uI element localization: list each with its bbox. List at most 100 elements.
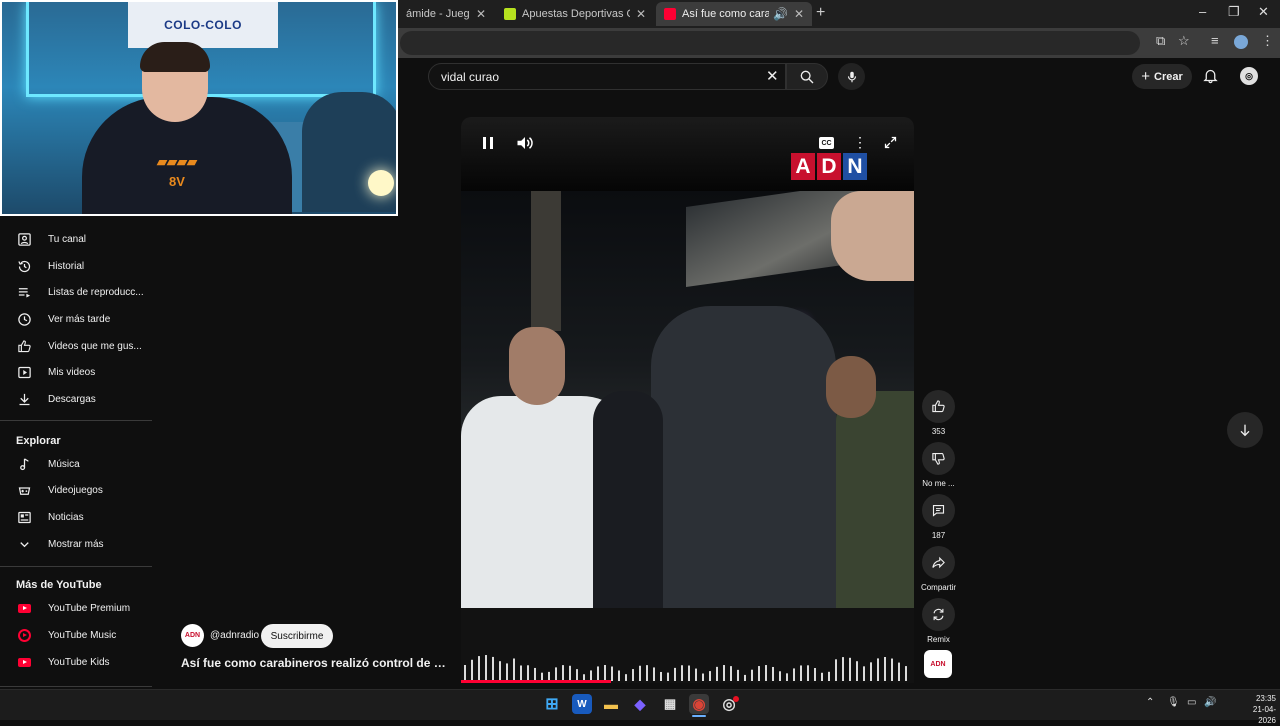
waveform-bar: [814, 668, 816, 681]
network-icon[interactable]: ▭: [1187, 697, 1196, 708]
waveform-bar: [758, 666, 760, 681]
dislike-label: No me ...: [922, 479, 955, 488]
remix-icon: [933, 608, 944, 621]
sidebar-item-listas[interactable]: Listas de reproducc...: [0, 279, 152, 305]
video-frame: [461, 191, 914, 608]
volume-button[interactable]: [516, 135, 534, 156]
voice-search-button[interactable]: [838, 63, 865, 90]
search-button[interactable]: [786, 63, 828, 90]
install-app-icon[interactable]: ⧉: [1156, 33, 1165, 49]
word-app[interactable]: W: [572, 694, 592, 714]
more-options-icon[interactable]: ⋮: [853, 134, 867, 151]
sidebar-item-youtube-premium[interactable]: YouTube Premium: [0, 595, 152, 621]
media-controls-icon[interactable]: ≡: [1211, 33, 1219, 48]
comments-button[interactable]: [922, 494, 955, 527]
search-input[interactable]: vidal curao: [428, 63, 786, 90]
like-button[interactable]: [922, 390, 955, 423]
sidebar-item-videos-gustan[interactable]: Videos que me gus...: [0, 333, 152, 359]
video-title[interactable]: Así fue como carabineros realizó control…: [181, 656, 449, 670]
captions-button[interactable]: CC: [819, 137, 834, 149]
start-button[interactable]: ⊞: [542, 694, 562, 714]
minimize-button[interactable]: –: [1199, 4, 1206, 19]
clear-search-icon[interactable]: ✕: [766, 67, 779, 85]
next-short-button[interactable]: [1227, 412, 1263, 448]
gaming-icon: [0, 483, 48, 498]
sidebar-item-musica[interactable]: Música: [0, 451, 152, 477]
adn-logo: A D N: [791, 153, 867, 180]
waveform-bar: [625, 674, 627, 681]
channel-avatar[interactable]: ADN: [181, 624, 204, 647]
sidebar-item-mostrar-mas[interactable]: Mostrar más: [0, 531, 152, 557]
browser-tab-active[interactable]: Así fue como carabineros r 🔊 ✕: [656, 2, 812, 26]
microphone-icon: [847, 71, 856, 82]
browser-menu-icon[interactable]: ⋮: [1261, 33, 1274, 49]
close-tab-icon[interactable]: ✕: [794, 7, 804, 21]
sidebar-heading-mas-youtube: Más de YouTube: [16, 579, 102, 591]
sidebar-item-youtube-music[interactable]: YouTube Music: [0, 622, 152, 648]
dislike-button[interactable]: [922, 442, 955, 475]
restore-button[interactable]: ❐: [1228, 4, 1240, 20]
sidebar-item-youtube-kids[interactable]: YouTube Kids: [0, 649, 152, 675]
new-tab-button[interactable]: +: [816, 4, 825, 22]
channel-handle[interactable]: @adnradio: [210, 630, 259, 641]
pause-button[interactable]: [481, 135, 495, 156]
chrome-app[interactable]: ◉: [689, 694, 709, 714]
waveform-bar: [695, 668, 697, 681]
playback-progress-bar[interactable]: [461, 680, 611, 683]
waveform-bar: [597, 666, 599, 681]
close-tab-icon[interactable]: ✕: [636, 7, 646, 21]
waveform-bar: [555, 667, 557, 681]
microphone-tray-icon[interactable]: 🎙: [1167, 697, 1180, 708]
shorts-player[interactable]: CC ⋮ A D N: [461, 117, 914, 683]
share-label: Compartir: [920, 583, 957, 592]
waveform-bar: [730, 666, 732, 681]
sound-thumbnail[interactable]: ADN: [924, 650, 952, 678]
speaker-icon[interactable]: 🔊: [773, 7, 788, 21]
close-window-button[interactable]: ✕: [1258, 4, 1269, 20]
profile-avatar-icon[interactable]: [1234, 35, 1248, 49]
waveform-bar: [807, 665, 809, 681]
copilot-app[interactable]: ◆: [630, 694, 650, 714]
browser-tab[interactable]: Apuestas Deportivas Online en ✕: [496, 2, 654, 26]
sidebar-item-label: Historial: [48, 260, 85, 272]
subscribe-button[interactable]: Suscribirme: [261, 624, 333, 648]
sound-thumb-text: ADN: [930, 660, 946, 668]
sidebar-item-mis-videos[interactable]: Mis videos: [0, 359, 152, 385]
search-icon: [800, 70, 814, 83]
share-button[interactable]: [922, 546, 955, 579]
notifications-button[interactable]: [1202, 67, 1219, 89]
fullscreen-button[interactable]: [883, 135, 898, 155]
sidebar-item-historial[interactable]: Historial: [0, 253, 152, 279]
waveform-bar: [828, 671, 830, 681]
browser-tab[interactable]: ámide - Juega al ju ✕: [398, 2, 494, 26]
close-tab-icon[interactable]: ✕: [476, 7, 486, 21]
youtube-favicon-icon: [664, 8, 676, 20]
store-app[interactable]: ▦: [660, 694, 680, 714]
tab-title: Apuestas Deportivas Online en: [522, 8, 630, 20]
adn-letter: D: [817, 153, 841, 180]
music-icon: [0, 457, 48, 472]
waveform-bar: [464, 665, 466, 681]
sidebar-item-tu-canal[interactable]: Tu canal: [0, 226, 152, 252]
sidebar-item-noticias[interactable]: Noticias: [0, 504, 152, 530]
tray-overflow-icon[interactable]: ⌃: [1146, 697, 1154, 708]
file-explorer-app[interactable]: ▬: [601, 694, 621, 714]
youtube-music-icon: [0, 628, 48, 642]
sidebar-heading-explorar: Explorar: [16, 435, 61, 447]
waveform-bar: [842, 657, 844, 681]
audio-waveform: [461, 655, 907, 683]
chevron-down-icon: [0, 537, 48, 552]
account-avatar[interactable]: ◎: [1240, 67, 1258, 85]
sidebar-item-videojuegos[interactable]: Videojuegos: [0, 477, 152, 503]
bookmark-star-icon[interactable]: ☆: [1178, 33, 1190, 49]
recording-dot: [733, 696, 739, 702]
sidebar-item-ver-mas-tarde[interactable]: Ver más tarde: [0, 306, 152, 332]
remix-button[interactable]: [922, 598, 955, 631]
address-bar[interactable]: [400, 31, 1140, 55]
volume-tray-icon[interactable]: 🔊: [1204, 697, 1216, 708]
streamer-hair: [140, 42, 210, 72]
system-clock[interactable]: 23:35 21-04-2026: [1236, 693, 1276, 726]
waveform-bar: [870, 662, 872, 681]
create-button[interactable]: + Crear: [1132, 64, 1192, 89]
sidebar-item-descargas[interactable]: Descargas: [0, 386, 152, 412]
